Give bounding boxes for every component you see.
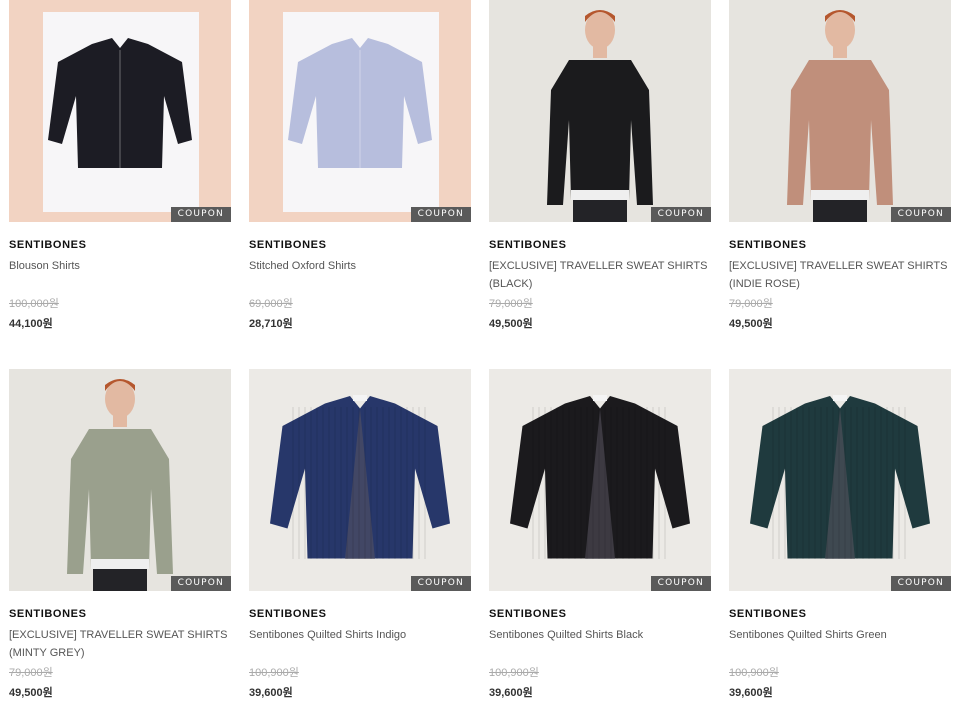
product-photo [9,0,231,222]
product-card[interactable]: COUPON SENTIBONES Sentibones Quilted Shi… [729,369,951,699]
product-image[interactable]: COUPON [489,0,711,222]
sale-price: 49,500원 [9,687,53,699]
sale-price: 28,710원 [249,318,293,330]
sale-price: 49,500원 [729,318,773,330]
coupon-badge: COUPON [890,207,951,222]
original-price: 100,900원 [489,667,539,679]
original-price: 100,900원 [729,667,779,679]
product-card[interactable]: COUPON SENTIBONES [EXCLUSIVE] TRAVELLER … [489,0,711,330]
product-brand[interactable]: SENTIBONES [489,238,711,252]
product-photo [729,369,951,591]
original-price: 100,000원 [9,298,59,310]
product-card[interactable]: COUPON SENTIBONES Sentibones Quilted Shi… [249,369,471,699]
product-name[interactable]: [EXCLUSIVE] TRAVELLER SWEAT SHIRTS (BLAC… [489,257,711,293]
product-photo [249,369,471,591]
sale-price: 44,100원 [9,318,53,330]
product-grid: COUPON SENTIBONES Blouson Shirts 100,000… [0,0,954,714]
product-photo [489,0,711,222]
product-brand[interactable]: SENTIBONES [729,238,951,252]
product-name[interactable]: [EXCLUSIVE] TRAVELLER SWEAT SHIRTS (INDI… [729,257,951,293]
product-photo [729,0,951,222]
product-card[interactable]: COUPON SENTIBONES Stitched Oxford Shirts… [249,0,471,330]
product-brand[interactable]: SENTIBONES [249,607,471,621]
product-card[interactable]: COUPON SENTIBONES Blouson Shirts 100,000… [9,0,231,330]
coupon-badge: COUPON [170,207,231,222]
product-card[interactable]: COUPON SENTIBONES [EXCLUSIVE] TRAVELLER … [729,0,951,330]
coupon-badge: COUPON [410,576,471,591]
original-price: 79,000원 [489,298,533,310]
product-name[interactable]: Sentibones Quilted Shirts Black [489,626,711,662]
original-price: 79,000원 [9,667,53,679]
product-name[interactable]: Blouson Shirts [9,257,231,293]
product-photo [489,369,711,591]
product-image[interactable]: COUPON [729,0,951,222]
sale-price: 39,600원 [249,687,293,699]
product-brand[interactable]: SENTIBONES [489,607,711,621]
product-name[interactable]: Stitched Oxford Shirts [249,257,471,293]
original-price: 100,900원 [249,667,299,679]
product-card[interactable]: COUPON SENTIBONES [EXCLUSIVE] TRAVELLER … [9,369,231,699]
product-image[interactable]: COUPON [9,0,231,222]
original-price: 79,000원 [729,298,773,310]
coupon-badge: COUPON [890,576,951,591]
product-image[interactable]: COUPON [249,369,471,591]
product-brand[interactable]: SENTIBONES [9,238,231,252]
sale-price: 39,600원 [489,687,533,699]
sale-price: 39,600원 [729,687,773,699]
coupon-badge: COUPON [410,207,471,222]
product-image[interactable]: COUPON [9,369,231,591]
coupon-badge: COUPON [650,576,711,591]
product-brand[interactable]: SENTIBONES [729,607,951,621]
product-name[interactable]: Sentibones Quilted Shirts Green [729,626,951,662]
product-brand[interactable]: SENTIBONES [9,607,231,621]
original-price: 69,000원 [249,298,293,310]
product-name[interactable]: [EXCLUSIVE] TRAVELLER SWEAT SHIRTS (MINT… [9,626,231,662]
coupon-badge: COUPON [650,207,711,222]
product-photo [249,0,471,222]
coupon-badge: COUPON [170,576,231,591]
product-brand[interactable]: SENTIBONES [249,238,471,252]
product-image[interactable]: COUPON [729,369,951,591]
product-image[interactable]: COUPON [489,369,711,591]
product-photo [9,369,231,591]
product-card[interactable]: COUPON SENTIBONES Sentibones Quilted Shi… [489,369,711,699]
product-name[interactable]: Sentibones Quilted Shirts Indigo [249,626,471,662]
product-image[interactable]: COUPON [249,0,471,222]
sale-price: 49,500원 [489,318,533,330]
